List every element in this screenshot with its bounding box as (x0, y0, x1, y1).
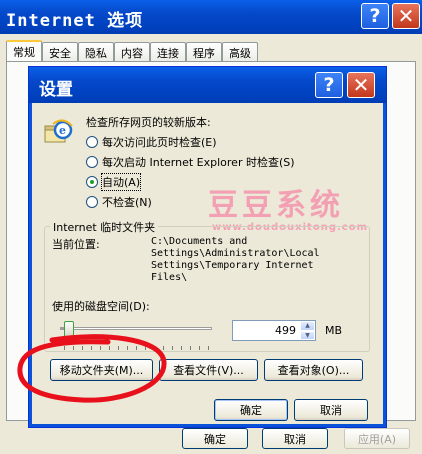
location-label: 当前位置: (52, 238, 100, 251)
radio-every-start-button[interactable] (86, 156, 98, 168)
disk-space-label: 使用的磁盘空间(D): (52, 300, 150, 313)
move-folder-button[interactable]: 移动文件夹(M)... (50, 359, 153, 381)
check-versions-heading: 检查所存网页的较新版本: (86, 116, 211, 129)
radio-never[interactable]: 不检查(N) (86, 194, 152, 210)
view-objects-button[interactable]: 查看对象(O)... (264, 359, 363, 381)
disk-space-slider-track[interactable] (60, 327, 212, 330)
slider-ticks (64, 346, 212, 350)
tab-advanced[interactable]: 高级 (222, 42, 258, 62)
options-ok-button[interactable]: 确定 (182, 428, 248, 449)
tab-general[interactable]: 常规 (6, 40, 42, 62)
settings-ok-button[interactable]: 确定 (214, 399, 288, 421)
radio-every-start-label: 每次启动 Internet Explorer 时检查(S) (102, 156, 295, 169)
view-files-button[interactable]: 查看文件(V)... (159, 359, 258, 381)
radio-never-label: 不检查(N) (102, 196, 152, 209)
settings-help-icon[interactable]: ? (315, 72, 343, 98)
radio-automatic[interactable]: 自动(A) (86, 173, 142, 191)
radio-never-button[interactable] (86, 196, 98, 208)
tab-programs[interactable]: 程序 (186, 42, 222, 62)
radio-every-start[interactable]: 每次启动 Internet Explorer 时检查(S) (86, 154, 295, 170)
radio-every-visit[interactable]: 每次访问此页时检查(E) (86, 134, 217, 150)
internet-explorer-icon: e (44, 119, 73, 143)
tab-content[interactable]: 内容 (114, 42, 150, 62)
radio-every-visit-label: 每次访问此页时检查(E) (102, 136, 217, 149)
tab-privacy[interactable]: 隐私 (78, 42, 114, 62)
internet-options-titlebar: Internet 选项 ? ✕ (0, 0, 422, 34)
disk-space-unit: MB (325, 324, 343, 337)
tab-security[interactable]: 安全 (42, 42, 78, 62)
tab-connections[interactable]: 连接 (150, 42, 186, 62)
spin-down-icon[interactable]: ▼ (300, 330, 315, 340)
svg-text:e: e (59, 124, 66, 137)
settings-close-icon[interactable]: ✕ (347, 72, 375, 98)
watermark-text: 豆豆系统 (208, 188, 344, 223)
spin-up-icon[interactable]: ▲ (300, 321, 315, 331)
options-tabs: 常规 安全 隐私 内容 连接 程序 高级 (6, 40, 258, 62)
options-cancel-button[interactable]: 取消 (262, 428, 328, 449)
settings-titlebar: 设置 ? ✕ (29, 67, 386, 103)
close-icon[interactable]: ✕ (392, 3, 420, 29)
disk-space-slider-thumb[interactable] (64, 321, 75, 338)
location-value: C:\Documents and Settings\Administrator\… (151, 236, 320, 283)
radio-automatic-button[interactable] (86, 176, 98, 188)
spinner-buttons: ▲ ▼ (300, 321, 315, 340)
help-icon[interactable]: ? (361, 3, 389, 29)
settings-title: 设置 (39, 80, 73, 100)
options-apply-button[interactable]: 应用(A) (344, 428, 410, 449)
disk-space-value[interactable]: 499 (233, 321, 300, 340)
radio-every-visit-button[interactable] (86, 136, 98, 148)
disk-space-spinner[interactable]: 499 ▲ ▼ (232, 320, 316, 341)
internet-options-title: Internet 选项 (6, 11, 144, 31)
radio-automatic-label: 自动(A) (100, 173, 142, 191)
settings-cancel-button[interactable]: 取消 (294, 399, 368, 421)
temp-files-group-title: Internet 临时文件夹 (50, 219, 159, 235)
